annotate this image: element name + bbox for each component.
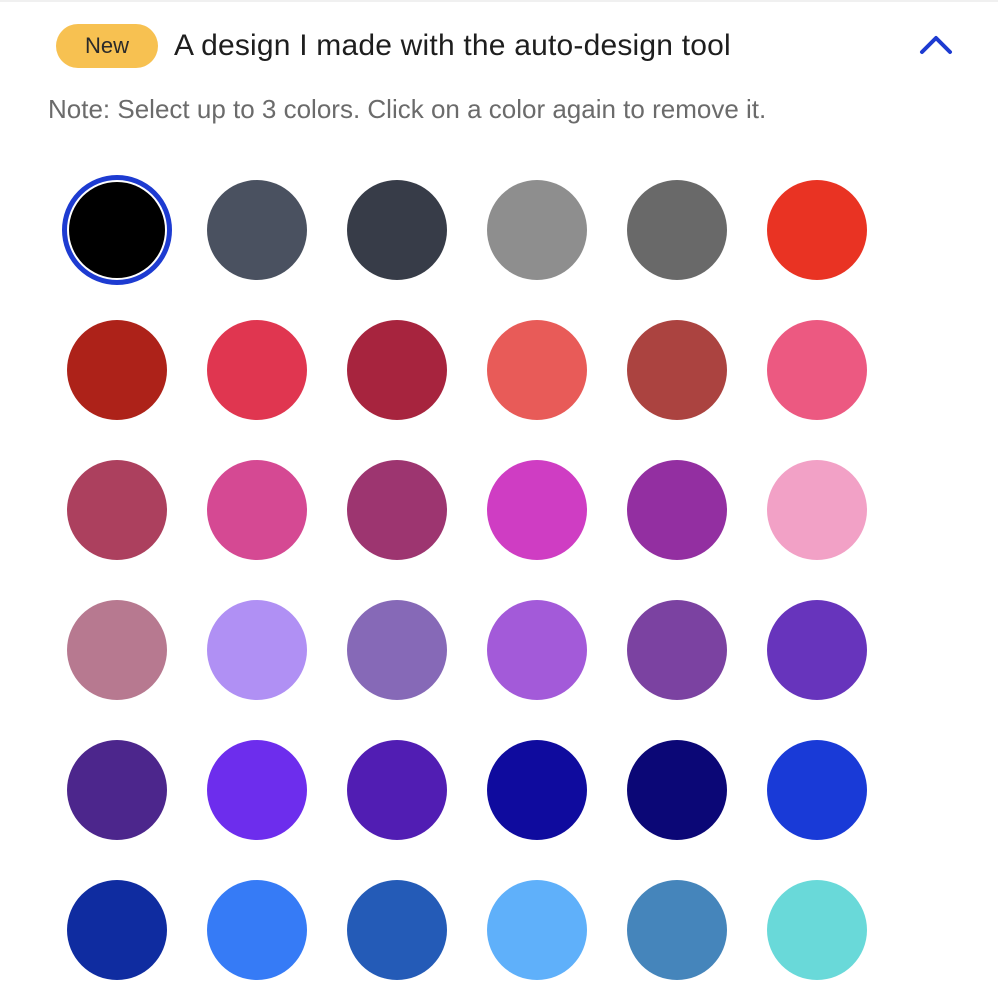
color-swatch-fill [487, 180, 587, 280]
color-swatch[interactable] [482, 175, 592, 285]
color-swatch-fill [767, 180, 867, 280]
color-swatch-fill [207, 460, 307, 560]
color-swatch[interactable] [202, 455, 312, 565]
color-swatch-fill [347, 740, 447, 840]
color-swatch[interactable] [202, 175, 312, 285]
color-swatch[interactable] [762, 735, 872, 845]
color-swatch-fill [347, 180, 447, 280]
color-swatch-fill [207, 740, 307, 840]
color-swatch[interactable] [202, 595, 312, 705]
color-swatch[interactable] [202, 315, 312, 425]
color-swatch[interactable] [62, 455, 172, 565]
color-swatch-fill [627, 180, 727, 280]
color-swatch-fill [487, 740, 587, 840]
color-swatch[interactable] [62, 875, 172, 985]
color-swatch[interactable] [622, 455, 732, 565]
color-swatch-fill [69, 182, 165, 278]
color-swatch-fill [347, 460, 447, 560]
color-swatch-fill [487, 460, 587, 560]
color-swatch[interactable] [342, 315, 452, 425]
color-swatch[interactable] [62, 735, 172, 845]
color-swatch-fill [767, 320, 867, 420]
color-swatch-fill [67, 320, 167, 420]
color-swatch[interactable] [482, 875, 592, 985]
selection-note: Note: Select up to 3 colors. Click on a … [48, 94, 767, 124]
new-badge: New [56, 24, 158, 68]
color-swatch-fill [347, 320, 447, 420]
color-swatch-fill [767, 740, 867, 840]
color-swatch[interactable] [622, 315, 732, 425]
color-swatch-fill [627, 460, 727, 560]
chevron-up-icon [920, 36, 952, 54]
color-palette [62, 175, 872, 985]
color-swatch[interactable] [62, 175, 172, 285]
color-swatch-fill [767, 460, 867, 560]
color-swatch[interactable] [342, 735, 452, 845]
color-swatch[interactable] [482, 735, 592, 845]
color-swatch[interactable] [342, 595, 452, 705]
color-swatch-fill [767, 600, 867, 700]
color-swatch[interactable] [622, 735, 732, 845]
color-swatch-fill [627, 880, 727, 980]
color-swatch-fill [207, 600, 307, 700]
color-swatch[interactable] [202, 735, 312, 845]
color-swatch[interactable] [762, 595, 872, 705]
color-swatch[interactable] [342, 455, 452, 565]
color-swatch-fill [207, 180, 307, 280]
section-title: A design I made with the auto-design too… [174, 29, 731, 62]
color-swatch-fill [67, 740, 167, 840]
color-swatch[interactable] [622, 875, 732, 985]
color-swatch[interactable] [482, 455, 592, 565]
color-swatch[interactable] [762, 175, 872, 285]
color-swatch-fill [347, 600, 447, 700]
color-swatch-fill [627, 320, 727, 420]
color-swatch-fill [67, 600, 167, 700]
color-swatch-fill [207, 880, 307, 980]
color-swatch[interactable] [62, 595, 172, 705]
color-swatch-fill [767, 880, 867, 980]
color-swatch-fill [487, 320, 587, 420]
color-swatch[interactable] [762, 315, 872, 425]
color-swatch-fill [67, 460, 167, 560]
color-swatch[interactable] [762, 455, 872, 565]
color-swatch[interactable] [482, 595, 592, 705]
color-swatch-fill [67, 880, 167, 980]
top-divider [0, 0, 998, 2]
color-swatch[interactable] [342, 875, 452, 985]
color-swatch-fill [487, 880, 587, 980]
color-swatch[interactable] [62, 315, 172, 425]
collapse-button[interactable] [906, 24, 966, 64]
color-swatch-fill [347, 880, 447, 980]
section-header[interactable]: New A design I made with the auto-design… [56, 24, 956, 68]
color-swatch[interactable] [622, 595, 732, 705]
color-swatch[interactable] [762, 875, 872, 985]
color-swatch[interactable] [482, 315, 592, 425]
color-swatch[interactable] [622, 175, 732, 285]
color-swatch-fill [627, 740, 727, 840]
color-swatch-fill [487, 600, 587, 700]
color-swatch-fill [627, 600, 727, 700]
color-swatch-fill [207, 320, 307, 420]
color-swatch[interactable] [202, 875, 312, 985]
color-swatch[interactable] [342, 175, 452, 285]
